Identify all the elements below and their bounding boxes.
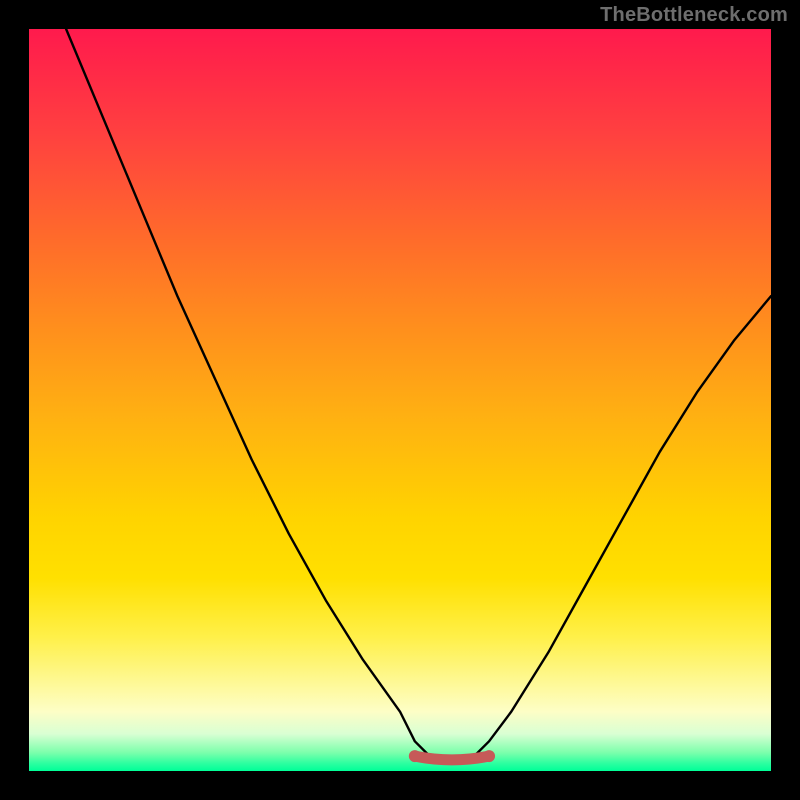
range-endpoint-0: [409, 750, 421, 762]
range-endpoint-1: [483, 750, 495, 762]
chart-svg: [29, 29, 771, 771]
bottleneck-curve: [66, 29, 771, 764]
attribution-text: TheBottleneck.com: [600, 4, 788, 27]
chart-plot-area: [29, 29, 771, 771]
curve-layer: [66, 29, 771, 764]
chart-frame: TheBottleneck.com: [0, 0, 800, 800]
optimal-range-marker: [415, 756, 489, 760]
